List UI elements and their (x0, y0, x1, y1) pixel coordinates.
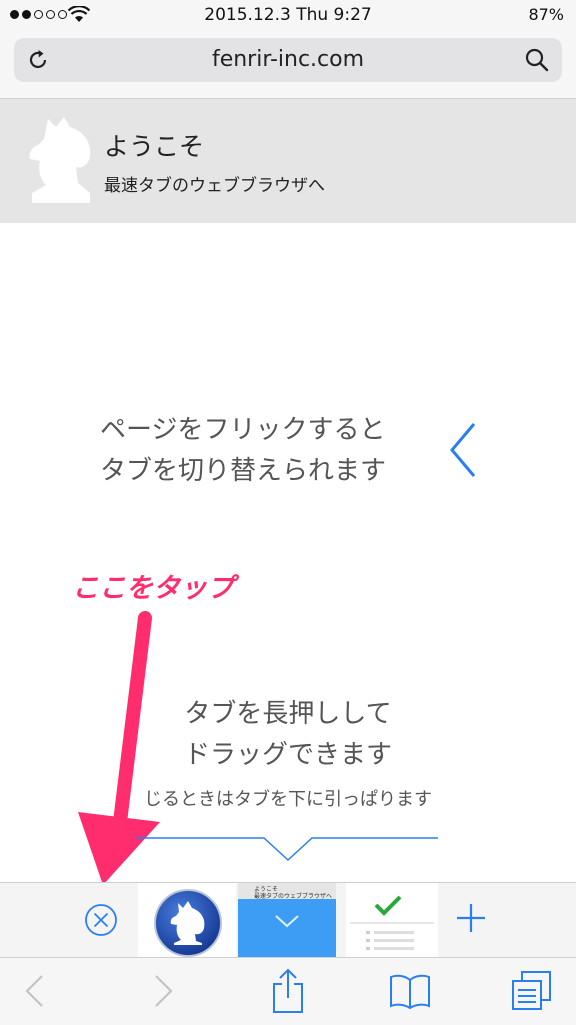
tab-current[interactable]: ようこそ 最速タブのウェブブラウザへ (238, 883, 336, 957)
tab-bar: ようこそ 最速タブのウェブブラウザへ (0, 882, 576, 957)
banner-title: ようこそ (104, 132, 205, 161)
drag-instruction: タブを長押しして ドラッグできます (0, 694, 576, 776)
add-tab-icon[interactable] (454, 901, 488, 935)
banner-subtitle: 最速タブのウェブブラウザへ (104, 176, 325, 196)
forward-icon[interactable] (152, 972, 176, 1010)
tab-preview-title: ようこそ (254, 886, 279, 893)
address-bar-area: fenrir-inc.com (0, 32, 576, 99)
close-tab-icon[interactable] (84, 903, 118, 937)
status-time: 2015.12.3 Thu 9:27 (204, 5, 372, 25)
current-tab-highlight (238, 899, 336, 957)
status-bar: 2015.12.3 Thu 9:27 87% (0, 0, 576, 32)
tabs-list-icon[interactable] (510, 970, 552, 1012)
address-bar[interactable]: fenrir-inc.com (14, 38, 562, 82)
flick-instruction: ページをフリックすると タブを切り替えられます (100, 410, 386, 492)
bookmarks-icon[interactable] (388, 972, 432, 1010)
bottom-toolbar (0, 957, 576, 1025)
back-icon[interactable] (22, 972, 46, 1010)
drag-line-2: ドラッグできます (183, 740, 392, 770)
sleipnir-horse-logo-icon (29, 117, 91, 203)
drag-line-1: タブを長押しして (184, 699, 392, 729)
search-icon[interactable] (524, 47, 550, 73)
annotation-label: ここをタップ (72, 573, 234, 604)
tab-sleipnir[interactable] (138, 883, 236, 957)
checkmark-icon (350, 895, 434, 950)
tab-checklist[interactable] (346, 883, 438, 957)
welcome-banner: ようこそ 最速タブのウェブブラウザへ (0, 99, 576, 223)
flick-line-1: ページをフリックすると (100, 415, 386, 445)
share-icon[interactable] (270, 968, 306, 1014)
pointer-divider-icon (136, 837, 438, 862)
battery-level: 87% (528, 5, 564, 24)
close-tab-hint: じるときはタブを下に引っぱります (144, 789, 432, 810)
sleipnir-app-icon (154, 889, 222, 957)
chevron-left-icon (450, 423, 476, 477)
url-text[interactable]: fenrir-inc.com (14, 47, 562, 72)
flick-line-2: タブを切り替えられます (100, 456, 387, 486)
